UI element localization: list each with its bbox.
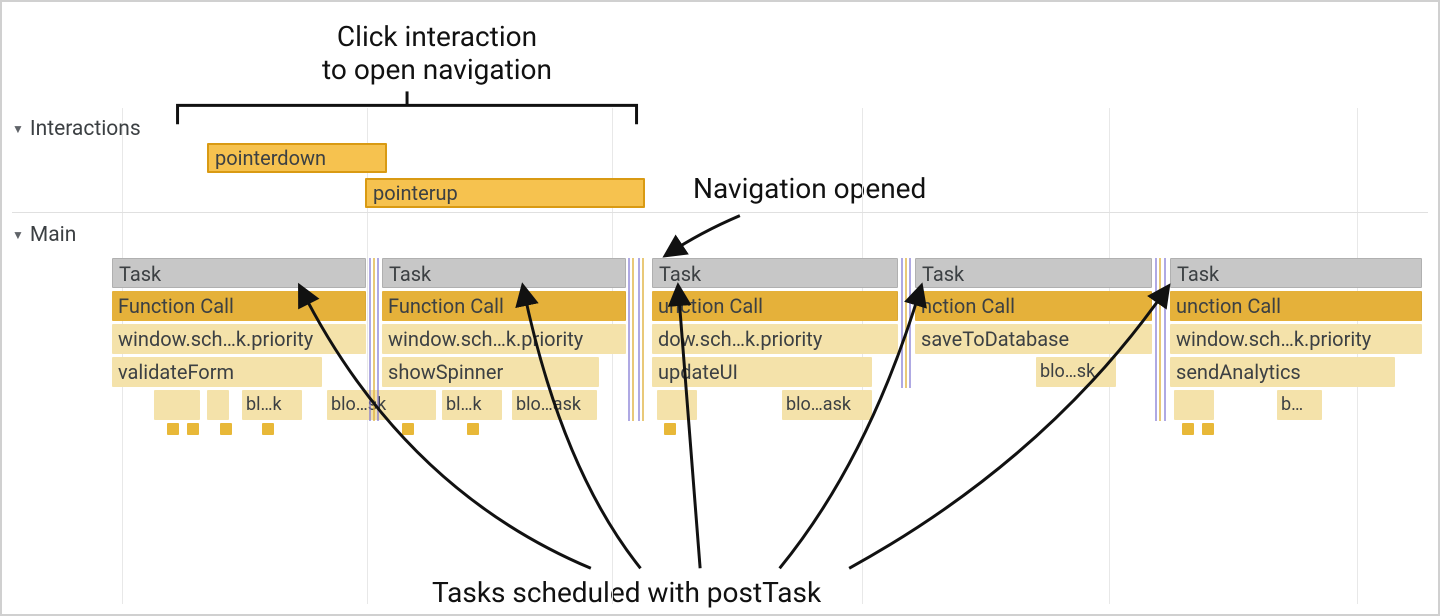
interaction-pointerdown[interactable]: pointerdown: [207, 143, 387, 173]
main-label-text: Main: [30, 223, 76, 247]
collapse-triangle-icon: ▼: [12, 122, 24, 136]
bar-label: nction Call: [921, 294, 1015, 318]
annotation-click-interaction: Click interaction to open navigation: [267, 20, 607, 86]
annotation-line2: to open navigation: [267, 53, 607, 86]
validate-form[interactable]: validateForm: [112, 357, 322, 387]
show-spinner[interactable]: showSpinner: [382, 357, 599, 387]
bar-label: Task: [389, 262, 431, 286]
block-2a[interactable]: [388, 390, 436, 420]
block-1a[interactable]: [154, 390, 200, 420]
block-5b[interactable]: b…: [1277, 390, 1322, 420]
update-ui[interactable]: updateUI: [652, 357, 872, 387]
task-4[interactable]: Task: [915, 258, 1152, 288]
bar-label: window.sch…k.priority: [1176, 327, 1371, 351]
bar-label: saveToDatabase: [921, 327, 1069, 351]
scheduler-2[interactable]: window.sch…k.priority: [382, 324, 626, 354]
annotation-line1: Click interaction: [267, 20, 607, 53]
task-1[interactable]: Task: [112, 258, 366, 288]
bar-label: Function Call: [118, 294, 234, 318]
block-1b[interactable]: [207, 390, 229, 420]
bar-label: updateUI: [658, 360, 738, 384]
tick: [664, 423, 676, 435]
lane-area: pointerdown pointerup Task Function Call…: [112, 108, 1423, 604]
function-call-1[interactable]: Function Call: [112, 291, 366, 321]
bar-label: Task: [1177, 262, 1219, 286]
tick: [467, 423, 479, 435]
task-3[interactable]: Task: [652, 258, 898, 288]
bar-label: Function Call: [388, 294, 504, 318]
block-1c[interactable]: bl…k: [242, 390, 302, 420]
save-to-database[interactable]: saveToDatabase: [915, 324, 1152, 354]
block-4a[interactable]: blo…sk: [1036, 357, 1116, 387]
bar-label: pointerdown: [215, 146, 326, 170]
tick: [1182, 423, 1194, 435]
bar-label: window.sch…k.priority: [118, 327, 313, 351]
tick: [402, 423, 414, 435]
task-2[interactable]: Task: [382, 258, 626, 288]
bar-label: sendAnalytics: [1176, 360, 1301, 384]
block-3b[interactable]: blo…ask: [782, 390, 872, 420]
collapse-triangle-icon: ▼: [12, 228, 24, 242]
bar-label: pointerup: [373, 181, 458, 205]
block-3a[interactable]: [657, 390, 697, 420]
block-2b[interactable]: bl…k: [442, 390, 502, 420]
scheduler-1[interactable]: window.sch…k.priority: [112, 324, 366, 354]
main-track-label[interactable]: ▼ Main: [12, 223, 76, 247]
bar-label: validateForm: [118, 360, 234, 384]
bar-label: window.sch…k.priority: [388, 327, 583, 351]
bar-label: Task: [922, 262, 964, 286]
function-call-5[interactable]: unction Call: [1170, 291, 1422, 321]
function-call-3[interactable]: unction Call: [652, 291, 898, 321]
timeline-content: ▼ Interactions ▼ Main pointerdown pointe…: [12, 108, 1428, 604]
bar-label: unction Call: [1176, 294, 1281, 318]
tick: [1202, 423, 1214, 435]
send-analytics[interactable]: sendAnalytics: [1170, 357, 1395, 387]
function-call-4[interactable]: nction Call: [915, 291, 1152, 321]
scheduler-3[interactable]: dow.sch…k.priority: [652, 324, 898, 354]
scheduler-5[interactable]: window.sch…k.priority: [1170, 324, 1422, 354]
bar-label: showSpinner: [388, 360, 503, 384]
devtools-performance-diagram: Click interaction to open navigation Nav…: [0, 0, 1440, 616]
bar-label: dow.sch…k.priority: [658, 327, 822, 351]
tick: [220, 423, 232, 435]
bar-label: unction Call: [658, 294, 763, 318]
block-2c[interactable]: blo…ask: [512, 390, 597, 420]
tick: [262, 423, 274, 435]
interaction-pointerup[interactable]: pointerup: [365, 178, 645, 208]
tick: [187, 423, 199, 435]
block-5a[interactable]: [1174, 390, 1214, 420]
task-5[interactable]: Task: [1170, 258, 1422, 288]
tick: [167, 423, 179, 435]
function-call-2[interactable]: Function Call: [382, 291, 626, 321]
bar-label: Task: [659, 262, 701, 286]
bar-label: Task: [119, 262, 161, 286]
